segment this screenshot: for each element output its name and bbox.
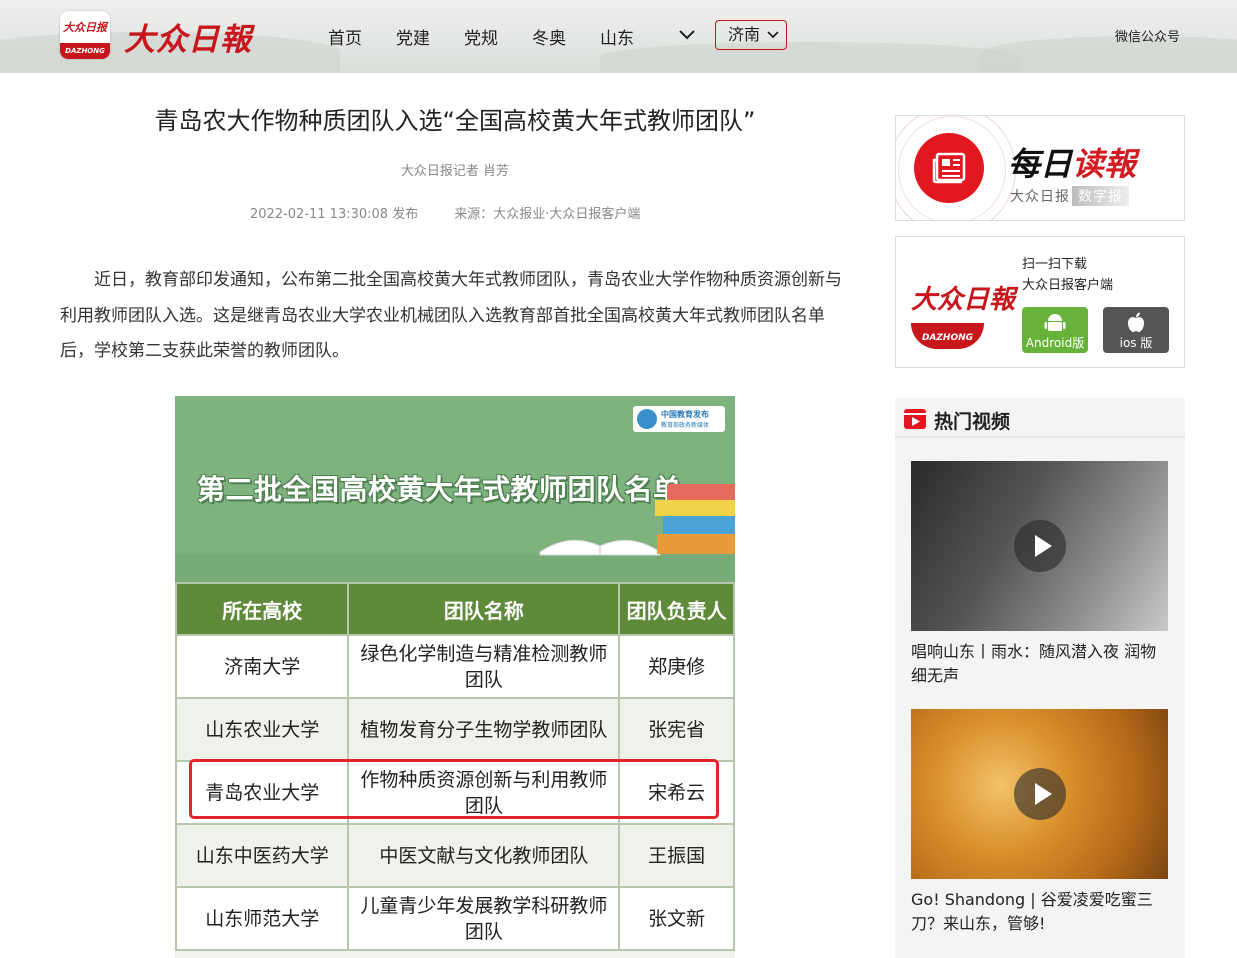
nav-item-shandong[interactable]: 山东 — [600, 24, 634, 49]
article-source: 来源：大众报业·大众日报客户端 — [454, 207, 641, 222]
highlight-box — [189, 759, 719, 819]
app-download-card: 大众日報 DAZHONG 扫一扫下载 大众日报客户端 Android版 ios … — [895, 236, 1185, 368]
daily-epaper-title: 每日读報 — [1008, 139, 1136, 185]
table-cell: 山东中医药大学 — [175, 823, 350, 888]
nav-item-winter-olympics[interactable]: 冬奥 — [532, 24, 566, 49]
ios-download-button[interactable]: ios 版 — [1103, 307, 1169, 353]
publish-date: 2022-02-11 13:30:08 发布 — [250, 207, 419, 222]
city-select-value: 济南 — [728, 25, 761, 44]
hot-videos-panel: 热门视频 唱响山东丨雨水：随风潜入夜 润物细无声 Go! Shandong | … — [895, 398, 1185, 958]
header-mountain-decor — [980, 36, 1237, 72]
article-byline: 大众日报记者 肖芳 — [400, 164, 510, 179]
table-cell: 山东师范大学 — [175, 886, 350, 951]
open-book-icon — [539, 539, 661, 556]
video-thumbnail[interactable] — [911, 709, 1168, 879]
logo-sub-text: DAZHONG — [60, 43, 110, 59]
article-paragraph: 近日，教育部印发通知，公布第二批全国高校黄大年式教师团队，青岛农业大学作物种质资… — [60, 270, 842, 361]
article-image: 中国教育发布 教育部政务新媒体 第二批全国高校黄大年式教师团队名单 所在高校 团… — [175, 396, 735, 958]
daily-sub-text: 大众日报 — [1010, 189, 1070, 205]
table-cell: 儿童青少年发展教学科研教师团队 — [347, 886, 621, 951]
table-cell: 山东农业大学 — [175, 697, 350, 762]
play-icon[interactable] — [1014, 520, 1066, 572]
table-header: 团队名称 — [347, 582, 621, 636]
play-icon[interactable] — [1014, 768, 1066, 820]
brand-wordmark[interactable]: 大众日報 — [124, 14, 252, 59]
apple-icon — [1128, 312, 1144, 332]
book-stack-icon — [655, 484, 735, 554]
logo-text: 大众日报 — [63, 21, 107, 34]
article-title: 青岛农大作物种质团队入选“全国高校黄大年式教师团队” — [154, 107, 756, 135]
table-cell: 济南大学 — [175, 634, 350, 699]
hot-videos-title: 热门视频 — [934, 411, 1011, 433]
android-icon — [1044, 314, 1066, 331]
nav-item-party-building[interactable]: 党建 — [396, 24, 430, 49]
scan-hint-app: 大众日报客户端 — [1022, 278, 1114, 293]
daily-title-part: 每日 — [1008, 145, 1073, 183]
table-header: 所在高校 — [175, 582, 350, 636]
image-title: 第二批全国高校黄大年式教师团队名单 — [197, 473, 682, 506]
badge-subtitle: 教育部政务新媒体 — [661, 422, 710, 429]
app-logo-sub: DAZHONG — [911, 323, 984, 349]
android-download-button[interactable]: Android版 — [1022, 307, 1088, 353]
article-meta: 2022-02-11 13:30:08 发布 来源：大众报业·大众日报客户端 — [250, 203, 640, 222]
daily-epaper-banner[interactable]: 每日读報 大众日报 数字报 — [895, 115, 1185, 221]
ios-label: ios 版 — [1119, 336, 1153, 350]
city-select[interactable]: 济南 — [715, 20, 787, 50]
hot-videos-header: 热门视频 — [895, 398, 1185, 438]
table-cell: 中医文献与文化教师团队 — [347, 823, 621, 888]
chevron-down-icon[interactable] — [678, 26, 696, 44]
video-caption[interactable]: 唱响山东丨雨水：随风潜入夜 润物细无声 — [911, 640, 1168, 688]
table-cell: 植物发育分子生物学教师团队 — [347, 697, 621, 762]
nav-item-party-rules[interactable]: 党规 — [464, 24, 498, 49]
table-cell: 张文新 — [618, 886, 735, 951]
video-thumbnail[interactable] — [911, 461, 1168, 631]
table-cell: 绿色化学制造与精准检测教师团队 — [347, 634, 621, 699]
main-nav: 首页 党建 党规 冬奥 山东 — [328, 24, 668, 49]
scan-hint: 扫一扫下载 — [1022, 257, 1088, 272]
table-row: 山东师范大学 儿童青少年发展教学科研教师团队 张文新 — [175, 886, 735, 951]
android-label: Android版 — [1025, 336, 1085, 350]
chevron-down-icon — [767, 31, 779, 39]
nav-item-home[interactable]: 首页 — [328, 24, 362, 49]
table-header: 团队负责人 — [618, 582, 735, 636]
moe-logo-icon — [637, 409, 657, 429]
table-cell: 郑庚修 — [618, 634, 735, 699]
video-icon — [904, 409, 926, 429]
table-cell: 王振国 — [618, 823, 735, 888]
app-logo-text: 大众日報 — [911, 285, 1016, 315]
table-row: 济南大学 绿色化学制造与精准检测教师团队 郑庚修 — [175, 634, 735, 699]
video-caption[interactable]: Go! Shandong | 谷爱凌爱吃蜜三刀？来山东，管够! — [911, 888, 1168, 936]
site-header: 大众日报 DAZHONG 大众日報 首页 党建 党规 冬奥 山东 济南 微信公众… — [0, 0, 1237, 73]
newspaper-icon — [914, 133, 984, 203]
site-logo-icon[interactable]: 大众日报 DAZHONG — [60, 11, 110, 59]
table-row: 山东农业大学 植物发育分子生物学教师团队 张宪省 — [175, 697, 735, 762]
daily-tag: 数字报 — [1072, 186, 1129, 206]
daily-title-part: 读報 — [1072, 145, 1137, 183]
moe-badge: 中国教育发布 教育部政务新媒体 — [633, 406, 725, 432]
table-cell: 张宪省 — [618, 697, 735, 762]
badge-title: 中国教育发布 — [661, 410, 709, 419]
table-row: 山东中医药大学 中医文献与文化教师团队 王振国 — [175, 823, 735, 888]
wechat-account-link[interactable]: 微信公众号 — [1115, 26, 1180, 45]
daily-epaper-subtitle: 大众日报 数字报 — [1010, 186, 1129, 206]
